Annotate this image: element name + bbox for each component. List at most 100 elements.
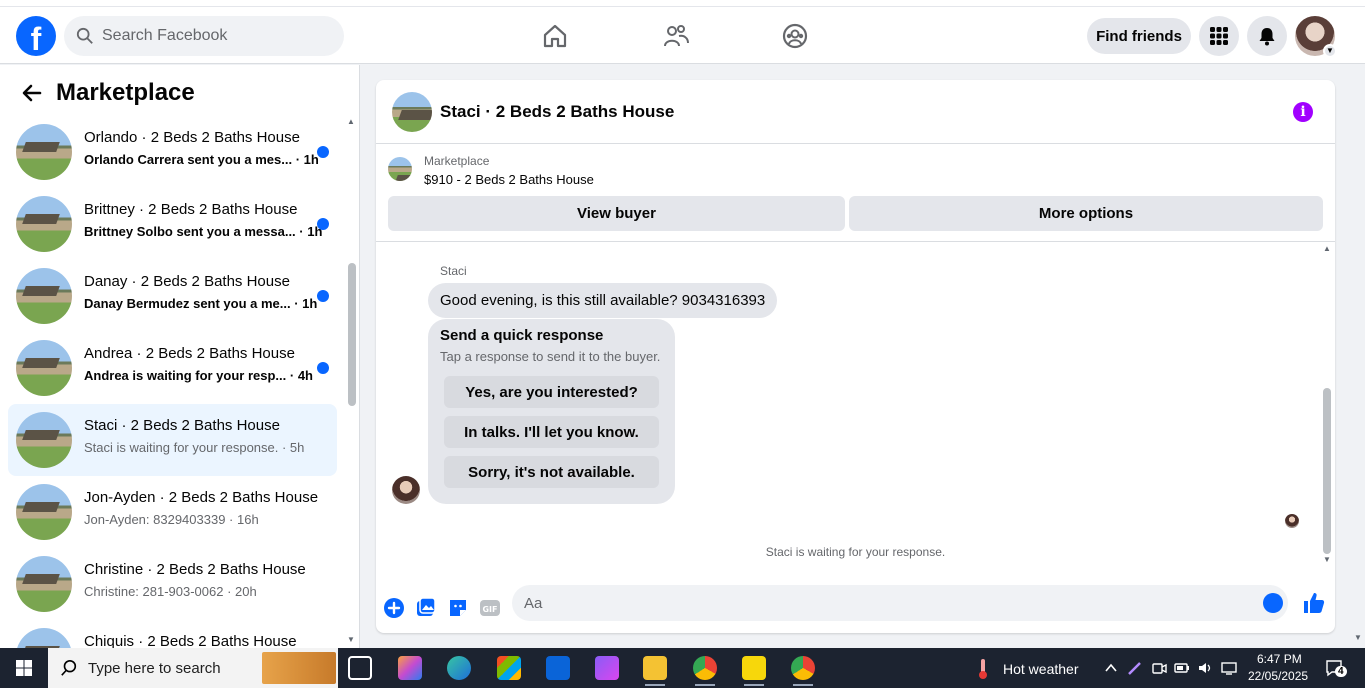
info-icon[interactable]: i xyxy=(1293,102,1313,122)
listing-thumbnail xyxy=(16,628,72,648)
conversation-preview: Danay Bermudez sent you a me... · 1h xyxy=(84,296,318,311)
meet-icon[interactable] xyxy=(1151,660,1167,676)
battery-icon[interactable] xyxy=(1174,660,1190,676)
browser-top-edge xyxy=(0,0,1365,7)
thermometer-icon[interactable] xyxy=(976,658,990,680)
message-input[interactable] xyxy=(512,585,1288,621)
copilot-icon[interactable] xyxy=(398,656,422,680)
edge-browser-icon[interactable] xyxy=(447,656,471,680)
quick-response-not-available[interactable]: Sorry, it's not available. xyxy=(444,456,659,488)
notification-count-badge: 4 xyxy=(1335,666,1347,677)
conversation-header-title[interactable]: Staci · 2 Beds 2 Baths House xyxy=(440,102,674,122)
conversation-title: Danay · 2 Beds 2 Baths House xyxy=(84,273,290,290)
windows-logo-icon xyxy=(16,660,32,676)
conversation-item[interactable]: Brittney · 2 Beds 2 Baths House Brittney… xyxy=(8,188,337,260)
conversation-item[interactable]: Jon-Ayden · 2 Beds 2 Baths House Jon-Ayd… xyxy=(8,476,337,548)
facebook-logo[interactable]: f xyxy=(16,16,56,56)
conversation-item[interactable]: Orlando · 2 Beds 2 Baths House Orlando C… xyxy=(8,116,337,188)
conversation-title: Jon-Ayden · 2 Beds 2 Baths House xyxy=(84,489,319,506)
task-view-icon[interactable] xyxy=(348,656,372,680)
chevron-down-icon: ▼ xyxy=(1323,44,1337,58)
scrollbar-thumb[interactable] xyxy=(348,263,356,406)
scroll-down-icon[interactable]: ▼ xyxy=(1354,633,1362,642)
listing-thumbnail[interactable] xyxy=(392,92,432,132)
more-options-button[interactable]: More options xyxy=(849,196,1323,231)
conversation-item[interactable]: Danay · 2 Beds 2 Baths House Danay Bermu… xyxy=(8,260,337,332)
search-input[interactable] xyxy=(102,27,322,45)
conversation-item[interactable]: Chiquis · 2 Beds 2 Baths House xyxy=(8,620,337,648)
conversation-preview: Staci is waiting for your response. · 5h xyxy=(84,440,305,455)
quick-response-card: Send a quick response Tap a response to … xyxy=(428,319,675,504)
photo-icon[interactable] xyxy=(414,596,438,620)
page-scrollbar[interactable]: ▼ xyxy=(1351,65,1365,648)
sticky-notes-icon[interactable] xyxy=(742,656,766,686)
listing-thumbnail[interactable] xyxy=(388,157,412,181)
listing-thumbnail xyxy=(16,268,72,324)
network-icon[interactable] xyxy=(1221,660,1237,676)
feather-app-icon[interactable] xyxy=(595,656,619,680)
scroll-down-icon[interactable]: ▼ xyxy=(1323,555,1331,564)
chrome-profile-icon[interactable] xyxy=(791,656,815,686)
thumbs-up-icon[interactable] xyxy=(1302,591,1326,615)
emoji-icon[interactable] xyxy=(1263,593,1283,613)
conversation-title: Brittney · 2 Beds 2 Baths House xyxy=(84,201,298,218)
unread-dot xyxy=(317,218,329,230)
store-icon[interactable] xyxy=(497,656,521,680)
conversation-title: Andrea · 2 Beds 2 Baths House xyxy=(84,345,295,362)
conversation-title: Christine · 2 Beds 2 Baths House xyxy=(84,561,306,578)
weather-text[interactable]: Hot weather xyxy=(1003,661,1078,677)
scroll-up-icon[interactable]: ▲ xyxy=(1323,244,1331,253)
listing-thumbnail xyxy=(16,556,72,612)
page-title: Marketplace xyxy=(56,79,195,106)
find-friends-button[interactable]: Find friends xyxy=(1087,18,1191,54)
taskbar-search-input[interactable] xyxy=(88,659,258,677)
clock-date[interactable]: 22/05/2025 xyxy=(1248,669,1308,683)
quick-response-interested[interactable]: Yes, are you interested? xyxy=(444,376,659,408)
thread-scrollbar[interactable]: ▲ ▼ xyxy=(1321,242,1333,582)
notifications-button[interactable] xyxy=(1247,16,1287,56)
windows-taskbar: Hot weather 6:47 PM 22/05/2025 4 xyxy=(0,648,1365,688)
listing-thumbnail xyxy=(16,124,72,180)
conversation-item[interactable]: Andrea · 2 Beds 2 Baths House Andrea is … xyxy=(8,332,337,404)
scroll-down-icon[interactable]: ▼ xyxy=(347,635,355,644)
clock-time[interactable]: 6:47 PM xyxy=(1257,652,1302,666)
sidebar-scrollbar[interactable]: ▲ ▼ xyxy=(345,115,357,645)
start-button[interactable] xyxy=(0,648,48,688)
quick-response-in-talks[interactable]: In talks. I'll let you know. xyxy=(444,416,659,448)
file-explorer-icon[interactable] xyxy=(643,656,667,686)
listing-thumbnail xyxy=(16,340,72,396)
profile-avatar[interactable]: ▼ xyxy=(1295,16,1337,58)
unread-dot xyxy=(317,362,329,374)
message-bubble[interactable]: Good evening, is this still available? 9… xyxy=(428,283,778,318)
back-button[interactable] xyxy=(16,77,48,109)
chrome-icon[interactable] xyxy=(693,656,717,686)
outlook-icon[interactable] xyxy=(546,656,570,680)
view-buyer-button[interactable]: View buyer xyxy=(388,196,845,231)
sticker-icon[interactable] xyxy=(446,596,470,620)
facebook-search[interactable] xyxy=(64,16,344,56)
conversation-header: Staci · 2 Beds 2 Baths House i xyxy=(376,80,1335,144)
groups-icon[interactable] xyxy=(781,22,809,50)
sender-avatar[interactable] xyxy=(392,476,420,504)
search-highlight-image[interactable] xyxy=(262,652,336,684)
volume-icon[interactable] xyxy=(1197,660,1213,676)
friends-icon[interactable] xyxy=(662,22,690,50)
scroll-up-icon[interactable]: ▲ xyxy=(347,117,355,126)
quick-response-title: Send a quick response xyxy=(440,327,604,344)
plus-circle-icon[interactable] xyxy=(382,596,406,620)
listing-price-title[interactable]: $910 - 2 Beds 2 Baths House xyxy=(424,172,594,187)
conversation-preview: Brittney Solbo sent you a messa... · 1h xyxy=(84,224,323,239)
menu-button[interactable] xyxy=(1199,16,1239,56)
pen-icon[interactable] xyxy=(1127,660,1143,676)
scrollbar-thumb[interactable] xyxy=(1323,388,1331,554)
listing-thumbnail xyxy=(16,484,72,540)
grid-menu-icon xyxy=(1210,27,1228,45)
conversation-item-active[interactable]: Staci · 2 Beds 2 Baths House Staci is wa… xyxy=(8,404,337,476)
conversation-item[interactable]: Christine · 2 Beds 2 Baths House Christi… xyxy=(8,548,337,620)
gif-icon[interactable]: GIF xyxy=(478,596,502,620)
sender-name: Staci xyxy=(440,264,467,278)
sidebar-header: Marketplace xyxy=(16,77,195,109)
chevron-up-icon[interactable] xyxy=(1103,660,1119,676)
home-icon[interactable] xyxy=(541,22,569,50)
listing-summary: Marketplace $910 - 2 Beds 2 Baths House … xyxy=(376,144,1335,242)
